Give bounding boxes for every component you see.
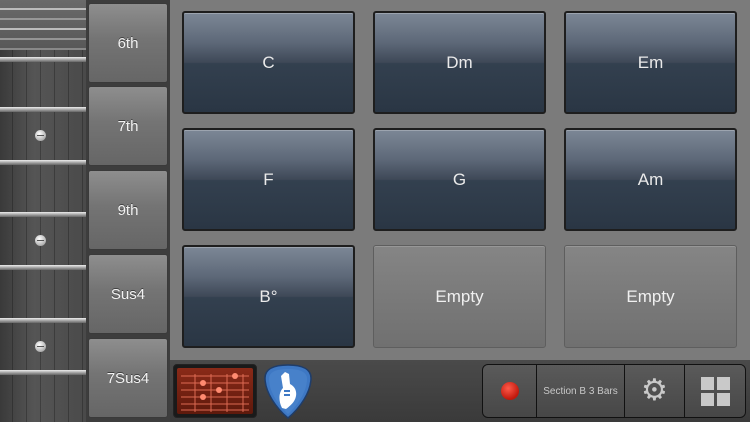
fretboard[interactable]: [0, 0, 86, 422]
fret-wire: [0, 265, 86, 270]
chord-type-7sus4-button[interactable]: 7Sus4: [88, 338, 168, 418]
fretboard-view-button[interactable]: [173, 364, 257, 418]
fret-marker-icon: [35, 341, 46, 352]
fretboard-thumbnail-icon: [177, 368, 253, 414]
record-icon: [500, 382, 519, 400]
record-button[interactable]: [483, 365, 537, 417]
fret-marker-icon: [35, 130, 46, 141]
guitar-pick-icon[interactable]: [262, 362, 314, 420]
chord-button-am[interactable]: Am: [564, 128, 737, 231]
chord-button-empty[interactable]: Empty: [564, 245, 737, 348]
chord-type-sus4-button[interactable]: Sus4: [88, 254, 168, 334]
gear-icon: ⚙: [641, 374, 668, 407]
tracks-view-button[interactable]: [685, 365, 745, 417]
fret-wire: [0, 107, 86, 112]
fret-wire: [0, 212, 86, 217]
chord-button-g[interactable]: G: [373, 128, 546, 231]
section-selector[interactable]: Section B 3 Bars: [537, 365, 625, 417]
fret-wire: [0, 370, 86, 375]
section-label: Section B 3 Bars: [543, 385, 618, 397]
chord-type-6th-button[interactable]: 6th: [88, 3, 168, 83]
chord-button-dm[interactable]: Dm: [373, 11, 546, 114]
grid-icon: [700, 376, 730, 406]
chord-button-f[interactable]: F: [182, 128, 355, 231]
fret-wire: [0, 57, 86, 62]
chord-type-column: 6th 7th 9th Sus4 7Sus4: [86, 0, 170, 422]
settings-button[interactable]: ⚙: [625, 365, 685, 417]
chord-button-em[interactable]: Em: [564, 11, 737, 114]
bottom-toolbar: Section B 3 Bars ⚙: [170, 360, 750, 422]
fretboard-nut: [0, 0, 86, 50]
fret-marker-icon: [35, 235, 46, 246]
chord-type-7th-button[interactable]: 7th: [88, 86, 168, 166]
chord-button-bdim[interactable]: B°: [182, 245, 355, 348]
chord-button-empty[interactable]: Empty: [373, 245, 546, 348]
chord-grid: C Dm Em F G Am B° Empty Empty: [170, 0, 750, 360]
transport-panel: Section B 3 Bars ⚙: [482, 364, 746, 418]
fret-wire: [0, 160, 86, 165]
fret-wire: [0, 318, 86, 323]
chord-type-9th-button[interactable]: 9th: [88, 170, 168, 250]
chord-button-c[interactable]: C: [182, 11, 355, 114]
